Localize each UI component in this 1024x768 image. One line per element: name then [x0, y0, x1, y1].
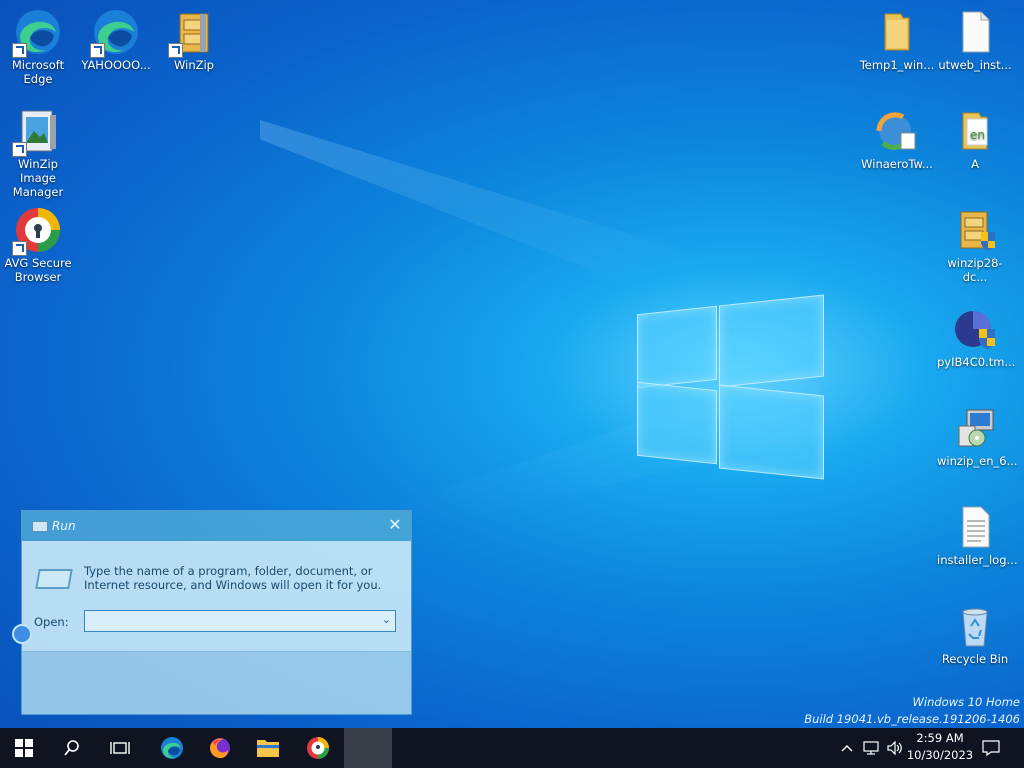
desktop-icon-label: WinZip — [174, 58, 214, 72]
desktop-icon-temp1-folder[interactable]: Temp1_win... — [859, 8, 935, 72]
desktop-icon-winzip-image-manager[interactable]: WinZip Image Manager — [0, 107, 76, 199]
desktop-icon-utweb-installer[interactable]: utweb_inst... — [937, 8, 1013, 72]
run-dialog-titlebar[interactable]: Run ✕ — [22, 511, 411, 541]
windows-logo-wallpaper — [637, 290, 824, 480]
desktop-icon-recycle-bin[interactable]: Recycle Bin — [937, 602, 1013, 666]
winzip-image-manager-icon — [12, 107, 62, 157]
folder-icon: en — [951, 107, 999, 155]
notification-icon — [982, 740, 1000, 756]
desktop-icon-winzip28-installer[interactable]: winzip28-dc... — [937, 206, 1013, 284]
run-dialog-description: Type the name of a program, folder, docu… — [84, 564, 382, 592]
desktop-icon-avg-secure-browser[interactable]: AVG Secure Browser — [0, 206, 76, 284]
edge-icon — [12, 8, 62, 58]
recycle-bin-icon — [951, 602, 999, 650]
file-icon — [951, 8, 999, 56]
notification-center-button[interactable] — [978, 728, 1004, 768]
network-icon[interactable] — [860, 728, 882, 768]
desktop-icon-a-folder[interactable]: en A — [937, 107, 1013, 171]
installer-shield-icon — [951, 305, 999, 353]
folder-icon — [257, 740, 279, 757]
search-button[interactable] — [48, 728, 96, 768]
svg-text:en: en — [970, 128, 985, 142]
desktop-icon-label: AVG Secure Browser — [4, 256, 72, 284]
windows-watermark: Windows 10 Home Build 19041.vb_release.1… — [804, 694, 1020, 728]
run-dialog-body — [22, 541, 411, 651]
run-icon — [32, 521, 48, 532]
clock-date: 10/30/2023 — [906, 748, 974, 762]
desktop-icon-label: installer_log... — [937, 553, 1018, 567]
open-combobox[interactable]: ⌄ — [84, 610, 396, 632]
build-text: Build 19041.vb_release.191206-1406 — [804, 712, 1020, 726]
run-dialog-footer — [22, 651, 411, 714]
system-clock[interactable]: 2:59 AM 10/30/2023 — [905, 730, 975, 764]
desktop-icon-installer-log[interactable]: installer_log... — [937, 503, 1018, 567]
installer-shield-icon — [951, 206, 999, 254]
avg-secure-browser-icon — [307, 737, 329, 759]
avg-secure-browser-icon — [12, 206, 62, 256]
start-button[interactable] — [0, 728, 48, 768]
text-file-icon — [951, 503, 999, 551]
file-explorer-taskbar-button[interactable] — [244, 728, 292, 768]
task-view-button[interactable] — [96, 728, 144, 768]
desktop-icon-label: WinZip Image Manager — [12, 157, 64, 199]
desktop-icon-label: winzip_en_6... — [937, 454, 1018, 468]
firefox-taskbar-button[interactable] — [196, 728, 244, 768]
setup-installer-icon — [951, 404, 999, 452]
desktop-icon-winaero-tweaker[interactable]: WinaeroTw... — [859, 107, 935, 171]
desktop-icon-yahoo[interactable]: YAHOOOO... — [78, 8, 154, 72]
desktop-icon-label: pyIB4C0.tm... — [937, 355, 1016, 369]
desktop-icon-label: YAHOOOO... — [81, 58, 151, 72]
desktop-icon-label: Microsoft Edge — [11, 58, 65, 86]
edition-text: Windows 10 Home — [912, 695, 1021, 709]
assistive-touch-icon[interactable] — [12, 624, 32, 644]
firefox-icon — [210, 738, 230, 759]
desktop-icon-label: A — [971, 157, 979, 171]
taskbar: 2:59 AM 10/30/2023 — [0, 728, 1024, 768]
close-icon[interactable]: ✕ — [387, 517, 403, 533]
run-taskbar-button[interactable] — [344, 728, 392, 768]
run-dialog-title: Run — [52, 519, 76, 533]
desktop-icon-pyib4c0[interactable]: pyIB4C0.tm... — [937, 305, 1016, 369]
run-dialog[interactable]: Run ✕ Type the name of a program, folder… — [21, 510, 412, 715]
task-view-icon — [110, 742, 130, 754]
edge-icon — [90, 8, 140, 58]
winaero-tweaker-icon — [873, 107, 921, 155]
volume-icon[interactable] — [884, 728, 906, 768]
desktop-icon-label: WinaeroTw... — [861, 157, 933, 171]
desktop-icon-winzip[interactable]: WinZip — [156, 8, 232, 72]
avg-browser-taskbar-button[interactable] — [294, 728, 342, 768]
desktop-icon-label: Temp1_win... — [859, 58, 935, 72]
winzip-icon — [168, 8, 218, 58]
open-label: Open: — [34, 615, 69, 629]
chevron-up-icon[interactable] — [838, 728, 856, 768]
desktop-icon-label: winzip28-dc... — [947, 256, 1003, 284]
edge-icon — [161, 737, 183, 759]
desktop-icon-microsoft-edge[interactable]: Microsoft Edge — [0, 8, 76, 86]
desktop-icon-label: Recycle Bin — [941, 652, 1009, 666]
desktop-icon-label: utweb_inst... — [938, 58, 1012, 72]
chevron-down-icon[interactable]: ⌄ — [382, 613, 391, 626]
folder-icon — [873, 8, 921, 56]
search-icon — [64, 740, 79, 756]
desktop-icon-winzip-en-setup[interactable]: winzip_en_6... — [937, 404, 1018, 468]
edge-taskbar-button[interactable] — [148, 728, 196, 768]
clock-time: 2:59 AM — [916, 731, 964, 745]
windows-logo-icon — [15, 739, 33, 757]
run-icon — [35, 569, 73, 589]
